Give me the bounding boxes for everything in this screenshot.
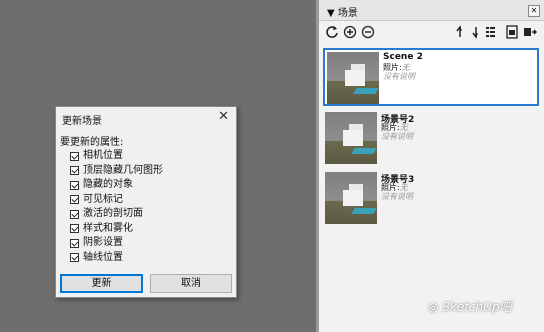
update-button[interactable]: 更新 [60,274,143,293]
update-scene-dialog: 更新场景 ✕ 要更新的属性: 相机位置 顶层隐藏几何图形 隐藏的对象 可见标记 … [55,106,237,298]
scene-description: 没有说明 [381,192,413,201]
checkbox-style-fog[interactable]: 样式和雾化 [70,222,163,237]
scene-description: 没有说明 [383,72,415,81]
scene-item[interactable]: 场景号2 照片:无 没有说明 [323,110,539,168]
checkbox-label: 激活的剖切面 [83,208,143,220]
dialog-title: 更新场景 [62,116,102,127]
refresh-icon[interactable] [325,25,339,39]
scene-item[interactable]: 场景号3 照片:无 没有说明 [323,170,539,228]
move-down-icon[interactable] [469,25,483,39]
close-icon[interactable]: ✕ [528,5,540,17]
checkbox-checked-icon[interactable] [70,195,79,205]
checkbox-camera-location[interactable]: 相机位置 [70,149,163,164]
checkbox-checked-icon[interactable] [70,253,79,263]
checkbox-label: 轴线位置 [83,251,123,263]
scene-name: Scene 2 [383,52,423,62]
scene-thumbnail[interactable] [327,52,379,104]
property-list: 相机位置 顶层隐藏几何图形 隐藏的对象 可见标记 激活的剖切面 样式和雾化 阴影… [70,149,163,265]
checkbox-hidden-geometry[interactable]: 顶层隐藏几何图形 [70,164,163,179]
checkbox-section-planes[interactable]: 激活的剖切面 [70,207,163,222]
cancel-button[interactable]: 取消 [150,274,232,293]
scene-thumbnail[interactable] [325,112,377,164]
checkbox-shadow-settings[interactable]: 阴影设置 [70,236,163,251]
checkbox-checked-icon[interactable] [70,224,79,234]
checkbox-checked-icon[interactable] [70,166,79,176]
thumbnail-icon[interactable] [505,25,519,39]
scene-description: 没有说明 [381,132,413,141]
checkbox-checked-icon[interactable] [70,180,79,190]
scene-item[interactable]: Scene 2 照片:无 没有说明 [323,48,539,106]
add-icon[interactable] [343,25,357,39]
checkbox-hidden-objects[interactable]: 隐藏的对象 [70,178,163,193]
checkbox-label: 样式和雾化 [83,222,133,234]
close-icon[interactable]: ✕ [218,109,229,124]
scene-thumbnail[interactable] [325,172,377,224]
scenes-toolbar [319,22,544,44]
checkbox-checked-icon[interactable] [70,209,79,219]
remove-icon[interactable] [361,25,375,39]
checkbox-label: 隐藏的对象 [83,179,133,191]
view-options-icon[interactable] [485,25,499,39]
checkbox-checked-icon[interactable] [70,238,79,248]
move-up-icon[interactable] [453,25,467,39]
checkbox-label: 阴影设置 [83,237,123,249]
checkbox-checked-icon[interactable] [70,151,79,161]
checkbox-label: 相机位置 [83,150,123,162]
checkbox-label: 可见标记 [83,193,123,205]
checkbox-axes-location[interactable]: 轴线位置 [70,251,163,266]
checkbox-visible-tags[interactable]: 可见标记 [70,193,163,208]
watermark-text: ◎ SketchUp吧 [428,300,512,314]
checkbox-label: 顶层隐藏几何图形 [83,164,163,176]
details-icon[interactable] [523,25,537,39]
panel-header[interactable]: ▼ 场景 ✕ [319,0,544,21]
dialog-prompt: 要更新的属性: [60,137,124,148]
panel-title[interactable]: ▼ 场景 [327,4,358,19]
scenes-panel: ▼ 场景 ✕ Scene 2 照片:无 没有说明 场景号2 照片:无 没有说明 … [319,0,544,332]
wechat-icon: ◎ [428,300,443,314]
